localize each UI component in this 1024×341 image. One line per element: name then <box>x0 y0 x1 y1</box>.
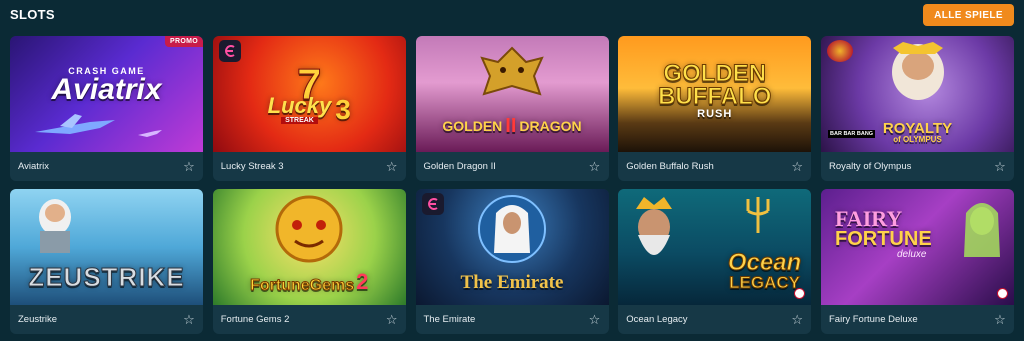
game-card-zeustrike[interactable]: ZEUSTRIKE Zeustrike ☆ <box>10 189 203 334</box>
game-thumbnail[interactable]: BAR BAR BANG ROYALTY of OLYMPUS <box>821 36 1014 152</box>
golden-mask-icon <box>275 195 343 263</box>
game-card-fairy-fortune-deluxe[interactable]: FAIRY FORTUNE deluxe Fairy Fortune Delux… <box>821 189 1014 334</box>
game-art-subtitle: STREAK <box>281 116 318 124</box>
game-caption: Fortune Gems 2 ☆ <box>213 305 406 334</box>
game-caption: Golden Dragon II ☆ <box>416 152 609 181</box>
provider-logo-icon <box>421 193 444 215</box>
game-title: Royalty of Olympus <box>829 161 912 172</box>
zeus-face-icon <box>892 42 944 100</box>
game-art-numeral: II <box>505 115 517 137</box>
game-caption: Fairy Fortune Deluxe ☆ <box>821 305 1014 334</box>
game-art-title: Lucky <box>267 92 332 118</box>
game-thumbnail[interactable]: ZEUSTRIKE <box>10 189 203 305</box>
star-outline-icon[interactable]: ☆ <box>384 312 400 328</box>
game-card-ocean-legacy[interactable]: Ocean LEGACY Ocean Legacy ☆ <box>618 189 812 334</box>
game-art-title-2: DRAGON <box>519 117 582 134</box>
star-outline-icon[interactable]: ☆ <box>587 159 603 175</box>
emirate-figure-icon <box>477 195 546 263</box>
plane-icon <box>35 114 115 134</box>
game-art-title: FAIRY <box>835 206 903 231</box>
section-header: SLOTS ALLE SPIELE <box>0 0 1024 32</box>
dragon-head-icon <box>479 46 544 96</box>
game-caption: Ocean Legacy ☆ <box>618 305 811 334</box>
game-art-subtitle: RUSH <box>697 107 733 120</box>
fairy-figure-icon <box>964 203 1000 257</box>
game-art-title: Ocean <box>727 249 802 277</box>
game-caption: Aviatrix ☆ <box>10 152 203 181</box>
all-games-button[interactable]: ALLE SPIELE <box>923 4 1014 26</box>
provider-badge-icon <box>827 40 853 62</box>
provider-logo-icon <box>218 40 241 62</box>
game-art-title: GOLDEN <box>442 117 503 134</box>
game-caption: Zeustrike ☆ <box>10 305 203 334</box>
trident-icon <box>746 197 770 233</box>
game-art-title-2: BUFFALO <box>658 82 772 110</box>
star-outline-icon[interactable]: ☆ <box>181 159 197 175</box>
game-art-subtitle: of OLYMPUS <box>893 135 942 145</box>
game-caption: Golden Buffalo Rush ☆ <box>618 152 811 181</box>
game-title: Ocean Legacy <box>626 314 688 325</box>
game-art-title: FortuneGems <box>250 276 355 294</box>
game-title: Golden Dragon II <box>423 161 496 172</box>
star-outline-icon[interactable]: ☆ <box>789 159 805 175</box>
game-card-lucky-streak-3[interactable]: 7 Lucky STREAK 3 Lucky Streak 3 ☆ <box>212 36 406 181</box>
game-thumbnail[interactable]: GOLDEN BUFFALO RUSH <box>618 36 812 152</box>
game-caption: The Emirate ☆ <box>416 305 609 334</box>
game-title: Fairy Fortune Deluxe <box>829 314 918 325</box>
game-art-title: The Emirate <box>460 272 564 293</box>
game-title: Golden Buffalo Rush <box>626 161 714 172</box>
game-card-royalty-of-olympus[interactable]: BAR BAR BANG ROYALTY of OLYMPUS Royalty … <box>821 36 1014 181</box>
section-title: SLOTS <box>10 7 55 22</box>
game-art-subtitle: LEGACY <box>729 272 801 292</box>
plane-small-icon <box>138 130 162 137</box>
uk-flag-icon <box>997 288 1008 299</box>
game-caption: Royalty of Olympus ☆ <box>821 152 1014 181</box>
game-card-golden-buffalo-rush[interactable]: GOLDEN BUFFALO RUSH Golden Buffalo Rush … <box>618 36 812 181</box>
game-thumbnail[interactable]: The Emirate <box>415 189 609 305</box>
game-title: Fortune Gems 2 <box>220 314 290 325</box>
game-card-fortune-gems-2[interactable]: FortuneGems 2 Fortune Gems 2 ☆ <box>212 189 406 334</box>
uk-flag-icon <box>794 288 806 299</box>
game-card-the-emirate[interactable]: The Emirate The Emirate ☆ <box>415 189 609 334</box>
game-grid: PROMO CRASH GAME Aviatrix Aviatrix ☆ 7 L… <box>10 36 1014 336</box>
game-title: Aviatrix <box>18 161 49 172</box>
game-card-aviatrix[interactable]: PROMO CRASH GAME Aviatrix Aviatrix ☆ <box>10 36 203 181</box>
game-thumbnail[interactable]: 7 Lucky STREAK 3 <box>212 36 406 152</box>
game-caption: Lucky Streak 3 ☆ <box>213 152 406 181</box>
game-thumbnail[interactable]: PROMO CRASH GAME Aviatrix <box>10 36 203 152</box>
game-title: The Emirate <box>423 314 476 325</box>
star-outline-icon[interactable]: ☆ <box>181 312 197 328</box>
game-thumbnail[interactable]: FortuneGems 2 <box>212 189 406 305</box>
game-title: Zeustrike <box>18 314 58 325</box>
poseidon-figure-icon <box>636 197 673 255</box>
game-art-subtitle: deluxe <box>897 248 927 260</box>
star-outline-icon[interactable]: ☆ <box>384 159 400 175</box>
game-art-title-2: FORTUNE <box>835 227 932 250</box>
star-outline-icon[interactable]: ☆ <box>587 312 603 328</box>
star-outline-icon[interactable]: ☆ <box>992 159 1008 175</box>
star-outline-icon[interactable]: ☆ <box>789 312 805 328</box>
game-art-title: ZEUSTRIKE <box>28 262 185 292</box>
zeus-figure-icon <box>39 199 71 253</box>
game-art-title: Aviatrix <box>51 72 162 106</box>
promo-badge: PROMO <box>165 36 203 47</box>
game-title: Lucky Streak 3 <box>220 161 284 172</box>
game-card-golden-dragon-ii[interactable]: GOLDEN II DRAGON Golden Dragon II ☆ <box>415 36 609 181</box>
game-thumbnail[interactable]: FAIRY FORTUNE deluxe <box>821 189 1014 305</box>
game-art-number-2: 3 <box>335 94 351 126</box>
game-art-number: 2 <box>356 269 369 295</box>
game-thumbnail[interactable]: GOLDEN II DRAGON <box>415 36 609 152</box>
star-outline-icon[interactable]: ☆ <box>992 312 1008 328</box>
game-thumbnail[interactable]: Ocean LEGACY <box>618 189 812 305</box>
